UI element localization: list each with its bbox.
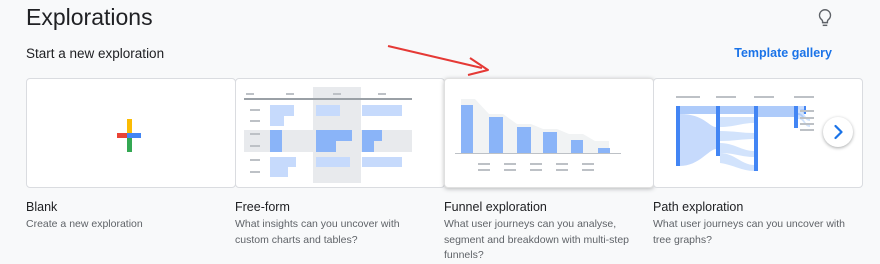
next-button[interactable] bbox=[823, 117, 853, 147]
template-gallery-link[interactable]: Template gallery bbox=[734, 46, 832, 60]
lightbulb-icon[interactable] bbox=[814, 7, 836, 29]
card-free-form[interactable] bbox=[235, 78, 445, 188]
card-name-path-exploration: Path exploration bbox=[653, 200, 744, 214]
card-desc-path-exploration: What user journeys can you uncover with … bbox=[653, 218, 846, 246]
chevron-right-icon bbox=[834, 124, 843, 140]
table-preview-illustration bbox=[244, 87, 412, 183]
card-name-funnel-exploration: Funnel exploration bbox=[444, 200, 547, 214]
plus-icon bbox=[117, 119, 141, 152]
page-title: Explorations bbox=[26, 4, 153, 30]
card-name-blank: Blank bbox=[26, 200, 58, 214]
card-desc-free-form: What insights can you uncover with custo… bbox=[235, 218, 400, 246]
card-blank[interactable] bbox=[26, 78, 236, 188]
funnel-chart-illustration bbox=[455, 99, 621, 171]
card-desc-funnel-exploration: What user journeys can you analyse, segm… bbox=[444, 218, 630, 261]
section-title: Start a new exploration bbox=[26, 46, 165, 61]
card-funnel-exploration[interactable] bbox=[444, 78, 654, 188]
annotation-arrow bbox=[387, 45, 489, 76]
card-desc-blank: Create a new exploration bbox=[26, 218, 143, 230]
card-name-free-form: Free-form bbox=[235, 200, 290, 214]
